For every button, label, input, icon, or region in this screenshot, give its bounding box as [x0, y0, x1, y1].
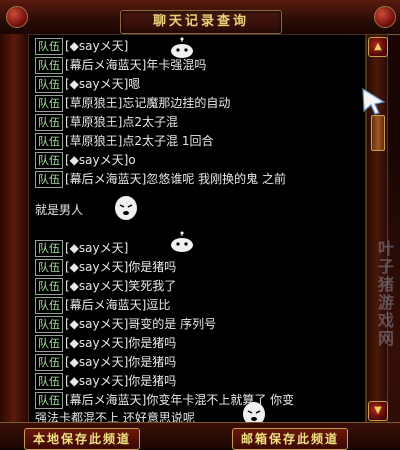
- team-channel-badge: 队伍: [35, 373, 63, 390]
- team-channel-badge: 队伍: [35, 240, 63, 257]
- team-channel-badge: 队伍: [35, 335, 63, 352]
- team-channel-badge: 队伍: [35, 133, 63, 150]
- chat-message: 队伍 [◆sayメ天]笑死我了: [35, 277, 176, 295]
- team-channel-badge: 队伍: [35, 259, 63, 276]
- chat-log-panel: 队伍 [◆sayメ天] 队伍 [幕后メ海蓝天]年卡强混吗 队伍 [◆sayメ天]嗯 队…: [28, 34, 366, 424]
- chat-message: 队伍 [幕后メ海蓝天]逗比: [35, 296, 170, 314]
- message-text: [◆sayメ天]你是猪吗: [65, 260, 177, 274]
- team-channel-badge: 队伍: [35, 152, 63, 169]
- corner-gem-icon: [374, 6, 396, 28]
- chat-message: 队伍 [◆sayメ天]: [35, 239, 128, 257]
- team-channel-badge: 队伍: [35, 392, 63, 409]
- message-text: [◆sayメ天]: [65, 241, 129, 255]
- team-channel-badge: 队伍: [35, 57, 63, 74]
- cursor-arrow-icon: [362, 87, 386, 115]
- mascot-emoticon-icon: [171, 37, 193, 58]
- left-ornament: [0, 34, 28, 422]
- team-channel-badge: 队伍: [35, 95, 63, 112]
- team-channel-badge: 队伍: [35, 171, 63, 188]
- team-channel-badge: 队伍: [35, 354, 63, 371]
- title-plate: 聊天记录查询: [120, 10, 282, 34]
- title-bar: 聊天记录查询: [0, 0, 400, 35]
- chat-message: 队伍 [◆sayメ天]你是猪吗: [35, 353, 176, 371]
- team-channel-badge: 队伍: [35, 38, 63, 55]
- chat-message: 队伍 [◆sayメ天]嗯: [35, 75, 140, 93]
- message-text: [◆sayメ天]你是猪吗: [65, 374, 177, 388]
- team-channel-badge: 队伍: [35, 114, 63, 131]
- chat-message: 队伍 [草原狼王]点2太子混 1回合: [35, 132, 213, 150]
- message-continuation: 就是男人: [35, 203, 84, 217]
- message-text: [幕后メ海蓝天]年卡强混吗: [65, 58, 207, 72]
- message-text: [幕后メ海蓝天]逗比: [65, 298, 171, 312]
- chat-message: 队伍 [◆sayメ天]你是猪吗: [35, 334, 176, 352]
- message-text: [◆sayメ天]: [65, 39, 129, 53]
- team-channel-badge: 队伍: [35, 297, 63, 314]
- window-title: 聊天记录查询: [152, 14, 249, 29]
- scroll-up-button[interactable]: ▲: [368, 37, 388, 57]
- team-channel-badge: 队伍: [35, 76, 63, 93]
- scroll-down-button[interactable]: ▼: [368, 401, 388, 421]
- message-text: [◆sayメ天]你是猪吗: [65, 355, 177, 369]
- team-channel-badge: 队伍: [35, 278, 63, 295]
- message-text: [草原狼王]点2太子混: [65, 115, 178, 129]
- mascot-emoticon-icon: [171, 231, 193, 252]
- chat-message: 队伍 [◆sayメ天]哥变的是 序列号: [35, 315, 216, 333]
- team-channel-badge: 队伍: [35, 316, 63, 333]
- chat-log-list: 队伍 [◆sayメ天] 队伍 [幕后メ海蓝天]年卡强混吗 队伍 [◆sayメ天]嗯 队…: [29, 35, 365, 423]
- message-text: [◆sayメ天]o: [65, 153, 136, 167]
- message-text: [◆sayメ天]哥变的是 序列号: [65, 317, 217, 331]
- chat-message: 队伍 [◆sayメ天]你是猪吗: [35, 258, 176, 276]
- bottom-toolbar: 本地保存此频道 邮箱保存此频道: [0, 422, 400, 450]
- chat-message: 队伍 [草原狼王]忘记魔那边挂的自动: [35, 94, 230, 112]
- chat-message: 队伍 [草原狼王]点2太子混: [35, 113, 178, 131]
- message-text: [◆sayメ天]你是猪吗: [65, 336, 177, 350]
- save-local-button[interactable]: 本地保存此频道: [24, 428, 141, 450]
- message-continuation: 强法卡都混不上 还好意思说呢: [35, 411, 195, 423]
- chat-message: 队伍 [◆sayメ天]: [35, 37, 128, 55]
- message-text: [◆sayメ天]笑死我了: [65, 279, 177, 293]
- message-text: [◆sayメ天]嗯: [65, 77, 141, 91]
- scroll-thumb[interactable]: [371, 115, 385, 151]
- message-text: [草原狼王]忘记魔那边挂的自动: [65, 96, 231, 110]
- mail-save-button[interactable]: 邮箱保存此频道: [232, 428, 349, 450]
- corner-gem-icon: [6, 6, 28, 28]
- sad-face-emoticon-icon: [115, 196, 137, 220]
- chat-message: 队伍 [幕后メ海蓝天]忽悠谁呢 我刚换的鬼 之前: [35, 170, 286, 188]
- chat-log-window: 聊天记录查询 队伍 [◆sayメ天] 队伍 [幕后メ海蓝天]年卡强混吗 队伍 [◆sa…: [0, 0, 400, 450]
- message-text: [草原狼王]点2太子混 1回合: [65, 134, 214, 148]
- watermark: 叶子猪游戏网: [375, 240, 394, 348]
- message-text: [幕后メ海蓝天]忽悠谁呢 我刚换的鬼 之前: [65, 172, 286, 186]
- chat-message: 队伍 [◆sayメ天]o: [35, 151, 136, 169]
- chat-message: 队伍 [◆sayメ天]你是猪吗: [35, 372, 176, 390]
- sad-face-emoticon-icon: [243, 402, 265, 423]
